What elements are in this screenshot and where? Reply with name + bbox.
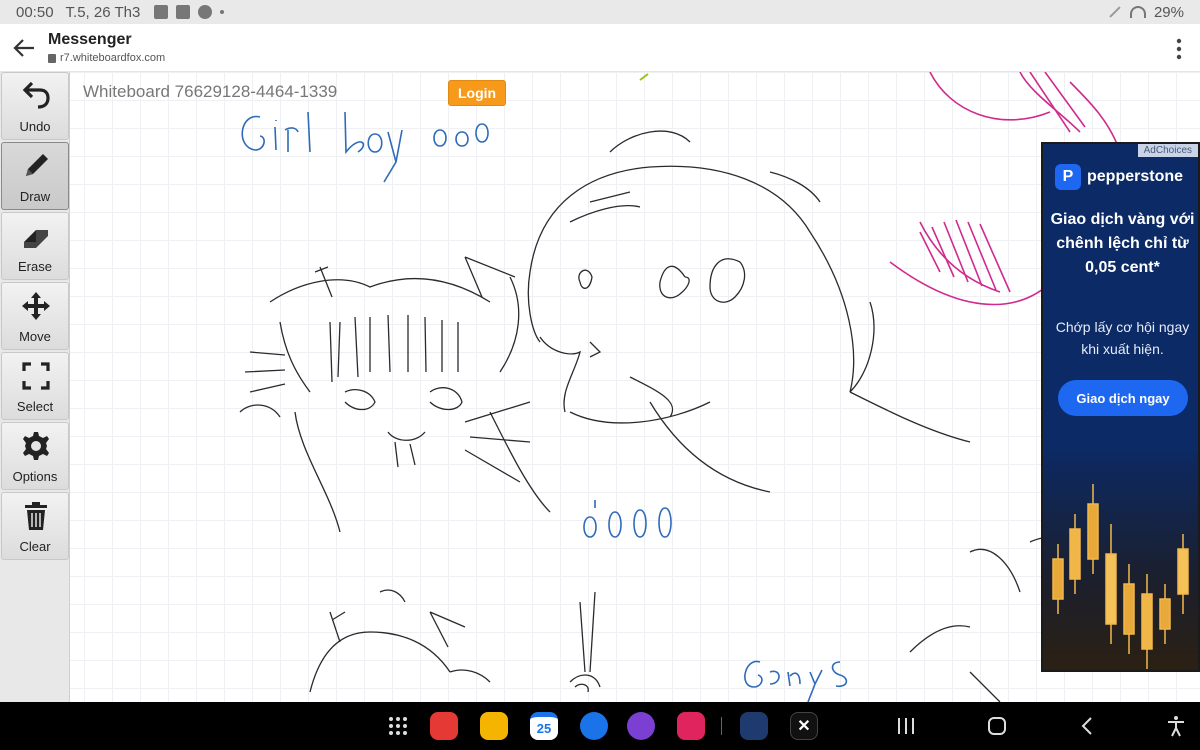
accessibility-icon[interactable]	[1164, 714, 1188, 738]
whiteboard-id: Whiteboard 76629128-4464-1339	[83, 82, 338, 101]
gold-candlestick-image	[1043, 444, 1198, 670]
more-menu-icon[interactable]	[1176, 38, 1182, 60]
trash-icon	[25, 502, 47, 530]
draw-button[interactable]: Draw	[1, 142, 69, 210]
flipboard-icon[interactable]	[430, 712, 458, 740]
options-button[interactable]: Options	[1, 422, 69, 490]
back-arrow-icon[interactable]	[10, 34, 38, 62]
undo-label: Undo	[19, 119, 51, 134]
ad-cta-button[interactable]: Giao dịch ngay	[1058, 380, 1188, 416]
battery-level: 29%	[1153, 3, 1184, 21]
ad-subtext: Chớp lấy cơ hội ngay khi xuất hiện.	[1055, 319, 1190, 357]
eraser-icon	[24, 230, 48, 248]
home-icon[interactable]	[985, 714, 1009, 738]
x-icon[interactable]: ✕	[790, 712, 818, 740]
undo-icon	[22, 81, 50, 109]
ibis-paint-icon[interactable]	[740, 712, 768, 740]
gallery-notification-icon	[154, 5, 169, 19]
login-button[interactable]: Login	[448, 80, 507, 106]
back-icon[interactable]	[1076, 714, 1100, 738]
move-label: Move	[19, 329, 51, 344]
internet-icon[interactable]	[627, 712, 655, 740]
sketch-drawing	[239, 72, 1121, 702]
page-url: r7.whiteboardfox.com	[48, 52, 165, 64]
select-button[interactable]: Select	[1, 352, 69, 420]
check-notification-icon	[176, 5, 191, 19]
draw-label: Draw	[19, 189, 51, 204]
files-icon[interactable]	[480, 712, 508, 740]
messages-icon[interactable]	[580, 712, 608, 740]
select-label: Select	[16, 399, 54, 414]
page-title: Messenger	[48, 31, 132, 48]
move-button[interactable]: Move	[1, 282, 69, 350]
navigation-bar: 25 ✕	[0, 702, 1200, 750]
url-text: r7.whiteboardfox.com	[60, 52, 166, 64]
settings-notification-icon	[198, 5, 213, 19]
pencil-icon	[26, 154, 48, 176]
calendar-day: 25	[536, 721, 552, 736]
ad-headline: Giao dịch vàng với chênh lệch chỉ từ 0,0…	[1050, 211, 1195, 276]
dock-separator	[721, 717, 722, 735]
status-time: 00:50	[16, 3, 54, 21]
gear-icon	[23, 432, 49, 460]
clear-label: Clear	[19, 539, 51, 554]
camera-icon[interactable]	[677, 712, 705, 740]
ad-brand-name: pepperstone	[1087, 168, 1184, 185]
more-notifications-icon	[220, 10, 225, 14]
move-arrows-icon	[22, 292, 50, 320]
wifi-icon	[1129, 6, 1146, 18]
select-frame-icon	[22, 362, 50, 390]
recents-icon[interactable]	[894, 714, 918, 738]
lock-icon	[48, 53, 56, 63]
whiteboard-canvas[interactable]: Undo Draw Erase Move Select Options Clea…	[0, 72, 1200, 702]
options-label: Options	[12, 469, 58, 484]
status-date: T.5, 26 Th3	[65, 3, 141, 21]
erase-label: Erase	[18, 259, 52, 274]
browser-header: Messenger r7.whiteboardfox.com	[0, 24, 1200, 72]
apps-grid-icon[interactable]	[388, 716, 408, 736]
clear-button[interactable]: Clear	[1, 492, 69, 560]
calendar-icon[interactable]: 25	[530, 712, 558, 740]
edit-status-icon	[1109, 6, 1121, 18]
adchoices-link[interactable]: AdChoices	[1137, 144, 1198, 157]
pepperstone-logo-icon: P	[1055, 164, 1081, 190]
advertisement[interactable]: AdChoices P pepperstone Giao dịch vàng v…	[1041, 142, 1200, 672]
undo-button[interactable]: Undo	[1, 72, 69, 140]
ad-brand: P pepperstone	[1055, 164, 1183, 190]
status-bar: 00:50 T.5, 26 Th3 29%	[0, 0, 1200, 24]
tool-sidebar: Undo Draw Erase Move Select Options Clea…	[0, 72, 70, 702]
erase-button[interactable]: Erase	[1, 212, 69, 280]
